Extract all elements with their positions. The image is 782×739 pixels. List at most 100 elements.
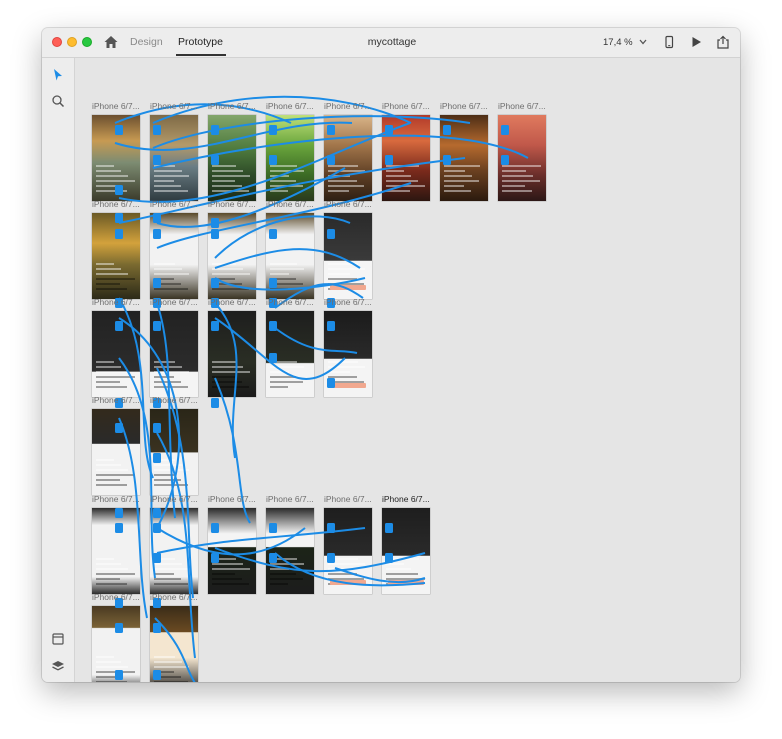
prototype-wire[interactable]	[118, 357, 156, 579]
connection-handle[interactable]	[115, 185, 123, 195]
artboard-label[interactable]: iPhone 6/7...	[382, 101, 434, 111]
connection-handle[interactable]	[211, 523, 219, 533]
connection-handle[interactable]	[211, 218, 219, 228]
connection-handle[interactable]	[115, 229, 123, 239]
prototype-wire[interactable]	[156, 167, 346, 228]
artboard-label[interactable]: iPhone 6/7...	[92, 395, 144, 405]
zoom-window-button[interactable]	[82, 37, 92, 47]
prototype-canvas[interactable]: iPhone 6/7... iPhone 6/7... iPhone 6/7... i…	[75, 58, 740, 682]
close-window-button[interactable]	[52, 37, 62, 47]
artboard-label[interactable]: iPhone 6/7...	[150, 101, 202, 111]
artboard-label[interactable]: iPhone 6/7...	[150, 297, 202, 307]
connection-handle[interactable]	[115, 213, 123, 223]
connection-handle[interactable]	[327, 229, 335, 239]
artboard-label[interactable]: iPhone 6/7...	[440, 101, 492, 111]
connection-handle[interactable]	[385, 155, 393, 165]
connection-handle[interactable]	[269, 353, 277, 363]
connection-handle[interactable]	[443, 155, 451, 165]
chevron-down-icon[interactable]	[638, 38, 648, 46]
artboard-label[interactable]: iPhone 6/7...	[266, 199, 318, 209]
share-icon[interactable]	[716, 35, 730, 49]
connection-handle[interactable]	[501, 155, 509, 165]
prototype-wire[interactable]	[214, 547, 426, 573]
layers-icon[interactable]	[51, 659, 65, 673]
connection-handle[interactable]	[269, 278, 277, 288]
artboard-label[interactable]: iPhone 6/7...	[92, 199, 144, 209]
prototype-wire[interactable]	[214, 317, 346, 380]
arrow-pointer-icon[interactable]	[51, 68, 65, 82]
tab-prototype[interactable]: Prototype	[178, 36, 223, 48]
connection-handle[interactable]	[501, 125, 509, 135]
connection-handle[interactable]	[115, 523, 123, 533]
artboard-label[interactable]: iPhone 6/7...	[150, 199, 202, 209]
connection-handle[interactable]	[327, 155, 335, 165]
connection-handle[interactable]	[153, 125, 161, 135]
connection-handle[interactable]	[153, 508, 161, 518]
artboard-label[interactable]: iPhone 6/7...	[92, 592, 144, 602]
connection-handle[interactable]	[115, 125, 123, 135]
connection-handle[interactable]	[443, 125, 451, 135]
artboard-label[interactable]: iPhone 6/7...	[382, 494, 434, 504]
artboard-label[interactable]: iPhone 6/7...	[266, 101, 318, 111]
prototype-wire[interactable]	[118, 417, 148, 619]
artboard-label[interactable]: iPhone 6/7...	[208, 199, 260, 209]
connection-handle[interactable]	[211, 229, 219, 239]
artboard-label[interactable]: iPhone 6/7...	[266, 297, 318, 307]
prototype-wires[interactable]	[75, 58, 740, 682]
artboard-label[interactable]: iPhone 6/7...	[208, 297, 260, 307]
artboard-label[interactable]: iPhone 6/7...	[150, 494, 202, 504]
artboard-label[interactable]: iPhone 6/7...	[92, 101, 144, 111]
connection-handle[interactable]	[211, 321, 219, 331]
connection-handle[interactable]	[385, 553, 393, 563]
connection-handle[interactable]	[153, 229, 161, 239]
connection-handle[interactable]	[115, 321, 123, 331]
connection-handle[interactable]	[153, 213, 161, 223]
connection-handle[interactable]	[269, 321, 277, 331]
connection-handle[interactable]	[327, 125, 335, 135]
phone-icon[interactable]	[662, 35, 676, 49]
artboard-label[interactable]: iPhone 6/7...	[208, 101, 260, 111]
assets-panel-icon[interactable]	[51, 632, 65, 646]
prototype-wire[interactable]	[118, 157, 466, 224]
artboard-label[interactable]: iPhone 6/7...	[266, 494, 318, 504]
play-icon[interactable]	[689, 35, 703, 49]
connection-handle[interactable]	[269, 553, 277, 563]
prototype-wire[interactable]	[214, 248, 361, 269]
connection-handle[interactable]	[153, 453, 161, 463]
connection-handle[interactable]	[153, 670, 161, 680]
connection-handle[interactable]	[115, 508, 123, 518]
connection-handle[interactable]	[115, 670, 123, 680]
prototype-wire[interactable]	[274, 327, 358, 354]
artboard-label[interactable]: iPhone 6/7...	[324, 101, 376, 111]
artboard-label[interactable]: iPhone 6/7...	[208, 494, 260, 504]
artboard-label[interactable]: iPhone 6/7...	[150, 592, 202, 602]
connection-handle[interactable]	[153, 423, 161, 433]
connection-handle[interactable]	[269, 523, 277, 533]
connection-handle[interactable]	[385, 523, 393, 533]
connection-handle[interactable]	[327, 523, 335, 533]
connection-handle[interactable]	[153, 278, 161, 288]
connection-handle[interactable]	[211, 553, 219, 563]
artboard-label[interactable]: iPhone 6/7...	[324, 297, 376, 307]
artboard-label[interactable]: iPhone 6/7...	[150, 395, 202, 405]
connection-handle[interactable]	[211, 398, 219, 408]
connection-handle[interactable]	[153, 523, 161, 533]
connection-handle[interactable]	[269, 229, 277, 239]
artboard-label[interactable]: iPhone 6/7...	[92, 297, 144, 307]
connection-handle[interactable]	[115, 623, 123, 633]
connection-handle[interactable]	[153, 321, 161, 331]
artboard-label[interactable]: iPhone 6/7...	[324, 199, 376, 209]
artboard-label[interactable]: iPhone 6/7...	[324, 494, 376, 504]
connection-handle[interactable]	[211, 155, 219, 165]
connection-handle[interactable]	[153, 623, 161, 633]
connection-handle[interactable]	[211, 125, 219, 135]
zoom-level[interactable]: 17,4 %	[603, 37, 633, 48]
connection-handle[interactable]	[269, 125, 277, 135]
connection-handle[interactable]	[385, 125, 393, 135]
connection-handle[interactable]	[115, 423, 123, 433]
connection-handle[interactable]	[153, 553, 161, 563]
prototype-wire[interactable]	[152, 115, 471, 149]
minimize-window-button[interactable]	[67, 37, 77, 47]
connection-handle[interactable]	[327, 553, 335, 563]
connection-handle[interactable]	[269, 155, 277, 165]
